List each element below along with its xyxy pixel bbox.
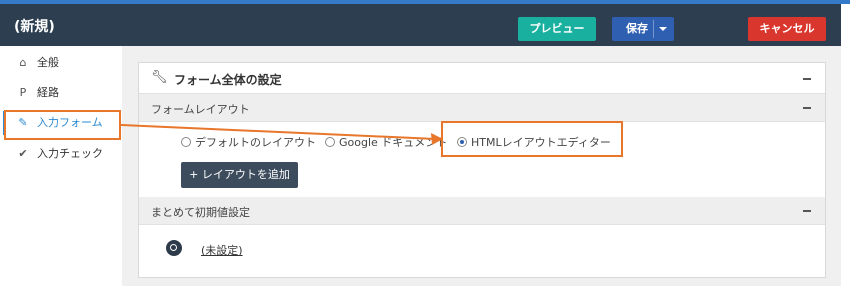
annotation-highlight-sidebar xyxy=(4,110,121,140)
collapse-icon[interactable] xyxy=(803,210,811,212)
collapse-icon[interactable] xyxy=(803,78,811,80)
sidebar-item-route[interactable]: P 経路 xyxy=(0,79,122,107)
header-bar: (新規) プレビュー 保存 キャンセル xyxy=(0,4,841,46)
panel-title: フォーム全体の設定 xyxy=(174,73,282,87)
radio-button[interactable] xyxy=(325,137,335,147)
form-settings-panel: 🔧︎ フォーム全体の設定 フォームレイアウト デフォルトのレイアウト Googl… xyxy=(138,62,826,278)
save-button[interactable]: 保存 xyxy=(612,17,674,41)
initial-value-link[interactable]: (未設定) xyxy=(201,242,243,258)
page-title: (新規) xyxy=(14,19,55,35)
radio-button[interactable] xyxy=(181,137,191,147)
search-icon[interactable] xyxy=(166,240,182,256)
chevron-down-icon[interactable] xyxy=(659,27,667,31)
radio-label: Google ドキュメント xyxy=(339,136,448,149)
radio-label: デフォルトのレイアウト xyxy=(195,136,316,149)
save-label: 保存 xyxy=(626,22,648,35)
section-label: フォームレイアウト xyxy=(151,103,250,116)
section-label: まとめて初期値設定 xyxy=(151,206,250,219)
sidebar-item-label: 全般 xyxy=(37,56,59,69)
preview-button[interactable]: プレビュー xyxy=(518,17,596,41)
sidebar: ⌂ 全般 P 経路 ✎ 入力フォーム ✔ 入力チェック xyxy=(0,46,122,293)
route-icon: P xyxy=(19,86,27,99)
initial-values-section-header[interactable]: まとめて初期値設定 xyxy=(139,197,825,225)
layout-section-header[interactable]: フォームレイアウト xyxy=(139,94,825,122)
panel-header[interactable]: 🔧︎ フォーム全体の設定 xyxy=(139,63,825,94)
sidebar-item-label: 入力チェック xyxy=(37,147,103,160)
sidebar-item-input-check[interactable]: ✔ 入力チェック xyxy=(0,140,122,168)
wrench-icon: 🔧︎ xyxy=(151,70,168,85)
annotation-highlight-option xyxy=(441,121,623,157)
collapse-icon[interactable] xyxy=(803,107,811,109)
add-layout-button[interactable]: + レイアウトを追加 xyxy=(181,162,298,188)
check-icon: ✔ xyxy=(18,147,28,160)
save-divider xyxy=(653,20,654,38)
cancel-button[interactable]: キャンセル xyxy=(748,17,826,41)
home-icon: ⌂ xyxy=(19,56,27,69)
sidebar-item-general[interactable]: ⌂ 全般 xyxy=(0,49,122,77)
sidebar-item-label: 経路 xyxy=(37,86,59,99)
